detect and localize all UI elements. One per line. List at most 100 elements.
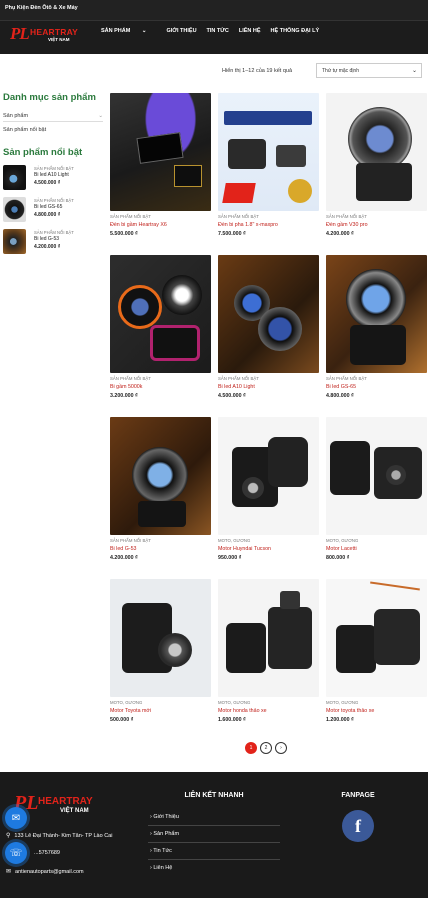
product-card[interactable]: SẢN PHẨM NỔI BẬT Đèn bi gầm Heartray X6 … [110, 93, 211, 251]
product-image[interactable] [218, 93, 319, 211]
quick-link-news[interactable]: › Tin Tức [148, 843, 280, 860]
product-card[interactable]: MOTO, GƯƠNG Motor Toyota mới 500.000 ₫ [110, 579, 211, 737]
nav-item-contact[interactable]: LIÊN HỆ [239, 28, 261, 34]
featured-item-price: 4.200.000 ₫ [34, 243, 61, 250]
product-price: 1.600.000 ₫ [218, 717, 246, 723]
nav-item-products[interactable]: SẢN PHẨM ⌄ [101, 28, 156, 34]
product-category: SẢN PHẨM NỔI BẬT [218, 376, 259, 381]
chevron-down-icon: ⌄ [411, 68, 417, 74]
chat-icon: ☏ [9, 847, 23, 859]
main-nav: SẢN PHẨM ⌄ GIỚI THIỆU TIN TỨC LIÊN HỆ HỆ… [101, 28, 329, 34]
product-image[interactable] [218, 579, 319, 697]
nav-item-news[interactable]: TIN TỨC [207, 28, 229, 34]
product-card[interactable]: MOTO, GƯƠNG Motor toyota thảo xe 1.200.0… [326, 579, 427, 737]
quick-link-products[interactable]: › Sản Phẩm [148, 826, 280, 843]
featured-item[interactable]: SẢN PHẨM NỔI BẬT Bi led G-53 4.200.000 ₫ [3, 229, 103, 254]
product-price: 4.800.000 ₫ [326, 393, 354, 399]
product-category: SẢN PHẨM NỔI BẬT [218, 214, 259, 219]
featured-item-category: SẢN PHẨM NỔI BẬT [34, 230, 74, 235]
page-2-button[interactable]: 2 [260, 742, 272, 754]
product-image[interactable] [110, 255, 211, 373]
product-card[interactable]: MOTO, GƯƠNG Motor honda thảo xe 1.600.00… [218, 579, 319, 737]
product-image[interactable] [326, 417, 427, 535]
product-name[interactable]: Motor toyota thảo xe [326, 708, 374, 714]
product-category: MOTO, GƯƠNG [326, 700, 359, 705]
float-chat-button[interactable]: ☏ [5, 842, 27, 864]
product-card[interactable]: SẢN PHẨM NỔI BẬT Đèn gầm V30 pro 4.200.0… [326, 93, 427, 251]
nav-item-about[interactable]: GIỚI THIỆU [166, 28, 196, 34]
footer-email[interactable]: ✉ antienautoparts@gmail.com [6, 868, 84, 876]
featured-item-name[interactable]: Bi led G-53 [34, 236, 74, 243]
product-thumbnail[interactable] [3, 165, 26, 190]
product-card[interactable]: SẢN PHẨM NỔI BẬT Bi gầm 5000k 3.200.000 … [110, 255, 211, 413]
sidebar: Danh mục sản phẩm Sản phẩm ⌄ Sản phẩm nổi… [3, 92, 103, 254]
product-price: 800.000 ₫ [326, 555, 350, 561]
category-title: Danh mục sản phẩm [3, 92, 96, 103]
featured-title: Sản phẩm nổi bật [3, 147, 83, 158]
product-image[interactable] [326, 255, 427, 373]
product-name[interactable]: Bi led GS-65 [326, 384, 356, 390]
featured-item-name[interactable]: Bi led A10 Light [34, 172, 74, 179]
sort-select[interactable]: Thứ tự mặc định ⌄ [316, 63, 422, 78]
featured-item[interactable]: SẢN PHẨM NỔI BẬT Bi led GS-65 4.800.000 ₫ [3, 197, 103, 222]
product-price: 500.000 ₫ [110, 717, 134, 723]
category-sub-link[interactable]: Sản phẩm nổi bật [3, 127, 103, 133]
product-name[interactable]: Đèn bi pha 1.8" x-maxpro [218, 222, 278, 228]
product-name[interactable]: Bi gầm 5000k [110, 384, 142, 390]
page-1-button[interactable]: 1 [245, 742, 257, 754]
product-card[interactable]: SẢN PHẨM NỔI BẬT Bi led GS-65 4.800.000 … [326, 255, 427, 413]
product-name[interactable]: Motor Lacetti [326, 546, 357, 552]
product-image[interactable] [326, 579, 427, 697]
product-image[interactable] [110, 417, 211, 535]
facebook-icon[interactable]: f [342, 810, 374, 842]
product-image[interactable] [110, 579, 211, 697]
product-price: 4.200.000 ₫ [326, 231, 354, 237]
product-image[interactable] [326, 93, 427, 211]
product-card[interactable]: SẢN PHẨM NỔI BẬT Bi led A10 Light 4.500.… [218, 255, 319, 413]
product-category: SẢN PHẨM NỔI BẬT [326, 376, 367, 381]
site-header: PL HEARTRAY VIỆT NAM SẢN PHẨM ⌄ GIỚI THI… [0, 20, 428, 54]
featured-item-category: SẢN PHẨM NỔI BẬT [34, 198, 74, 203]
product-name[interactable]: Motor honda thảo xe [218, 708, 267, 714]
logo-brand: HEARTRAY [30, 27, 79, 37]
product-category: SẢN PHẨM NỔI BẬT [110, 214, 151, 219]
featured-item-price: 4.500.000 ₫ [34, 179, 61, 186]
footer-phone[interactable]: ...5757689 [34, 850, 60, 856]
product-thumbnail[interactable] [3, 197, 26, 222]
product-card[interactable]: SẢN PHẨM NỔI BẬT Bi led G-53 4.200.000 ₫ [110, 417, 211, 575]
quick-link-contact[interactable]: › Liên Hệ [148, 860, 280, 876]
product-image[interactable] [218, 255, 319, 373]
product-name[interactable]: Motor Huyndai Tucson [218, 546, 271, 552]
nav-item-dealers[interactable]: HỆ THỐNG ĐẠI LÝ [271, 28, 320, 34]
product-category: SẢN PHẨM NỔI BẬT [110, 538, 151, 543]
product-image[interactable] [218, 417, 319, 535]
pagination: 1 2 › [245, 742, 287, 754]
product-price: 5.500.000 ₫ [110, 231, 138, 237]
product-card[interactable]: MOTO, GƯƠNG Motor Lacetti 800.000 ₫ [326, 417, 427, 575]
quick-link-about[interactable]: › Giới Thiệu [148, 809, 280, 826]
product-thumbnail[interactable] [3, 229, 26, 254]
featured-item[interactable]: SẢN PHẨM NỔI BẬT Bi led A10 Light 4.500.00… [3, 165, 103, 190]
product-category: MOTO, GƯƠNG [326, 538, 359, 543]
product-price: 4.500.000 ₫ [218, 393, 246, 399]
product-card[interactable]: MOTO, GƯƠNG Motor Huyndai Tucson 950.000… [218, 417, 319, 575]
next-page-button[interactable]: › [275, 742, 287, 754]
footer-logo-sub: VIỆT NAM [60, 808, 89, 814]
product-card[interactable]: SẢN PHẨM NỔI BẬT Đèn bi pha 1.8" x-maxpr… [218, 93, 319, 251]
product-image[interactable] [110, 93, 211, 211]
product-price: 3.200.000 ₫ [110, 393, 138, 399]
product-category: SẢN PHẨM NỔI BẬT [326, 214, 367, 219]
site-logo[interactable]: PL HEARTRAY VIỆT NAM [10, 24, 88, 48]
mail-icon: ✉ [6, 869, 12, 875]
product-name[interactable]: Motor Toyota mới [110, 708, 151, 714]
product-name[interactable]: Bi led G-53 [110, 546, 137, 552]
logo-sub: VIỆT NAM [48, 37, 70, 42]
featured-item-category: SẢN PHẨM NỔI BẬT [34, 166, 74, 171]
product-name[interactable]: Đèn bi gầm Heartray X6 [110, 222, 167, 228]
logo-mark: PL [10, 24, 30, 43]
float-message-button[interactable]: ✉ [5, 807, 27, 829]
product-name[interactable]: Đèn gầm V30 pro [326, 222, 368, 228]
category-select[interactable]: Sản phẩm ⌄ [3, 110, 103, 122]
product-name[interactable]: Bi led A10 Light [218, 384, 255, 390]
featured-item-name[interactable]: Bi led GS-65 [34, 204, 74, 211]
